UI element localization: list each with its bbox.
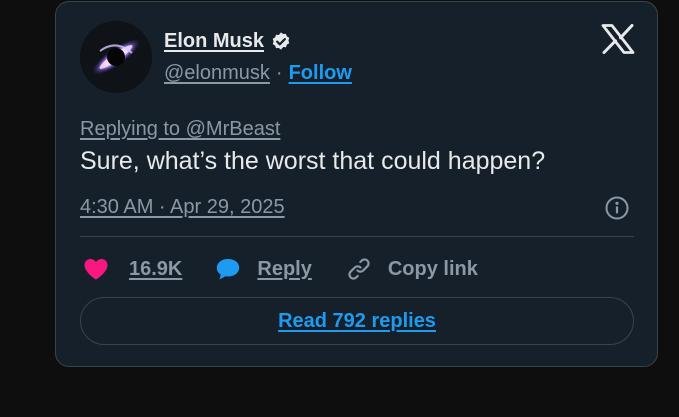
replying-to-link[interactable]: Replying to @MrBeast [80, 118, 280, 141]
verified-badge-icon [270, 31, 292, 53]
link-icon [348, 258, 370, 280]
tweet-embed-card: Elon Musk @elonmusk · Follow Replying to… [55, 1, 658, 367]
tweet-actions: 16.9K Reply Copy link [83, 255, 478, 283]
read-replies-button[interactable]: Read 792 replies [80, 297, 634, 345]
author-name-row: Elon Musk [164, 30, 292, 53]
like-count: 16.9K [129, 257, 183, 280]
author-handle[interactable]: @elonmusk [164, 62, 270, 85]
follow-link[interactable]: Follow [289, 62, 352, 85]
like-button[interactable]: 16.9K [83, 257, 182, 281]
heart-icon [84, 259, 108, 280]
copy-link-button[interactable]: Copy link [346, 256, 478, 282]
avatar[interactable] [80, 21, 152, 93]
author-display-name[interactable]: Elon Musk [164, 30, 264, 53]
divider [80, 236, 634, 237]
reply-label: Reply [257, 257, 312, 280]
separator-dot: · [275, 62, 283, 84]
author-handle-row: @elonmusk · Follow [164, 62, 352, 85]
x-logo-icon[interactable] [601, 24, 635, 54]
info-icon[interactable] [604, 195, 630, 221]
tweet-timestamp[interactable]: 4:30 AM · Apr 29, 2025 [80, 196, 285, 219]
reply-button[interactable]: Reply [215, 257, 312, 281]
copy-link-label: Copy link [387, 257, 478, 280]
reply-bubble-icon [217, 259, 240, 280]
black-hole-avatar-icon [80, 21, 152, 93]
tweet-text: Sure, what’s the worst that could happen… [80, 147, 546, 175]
